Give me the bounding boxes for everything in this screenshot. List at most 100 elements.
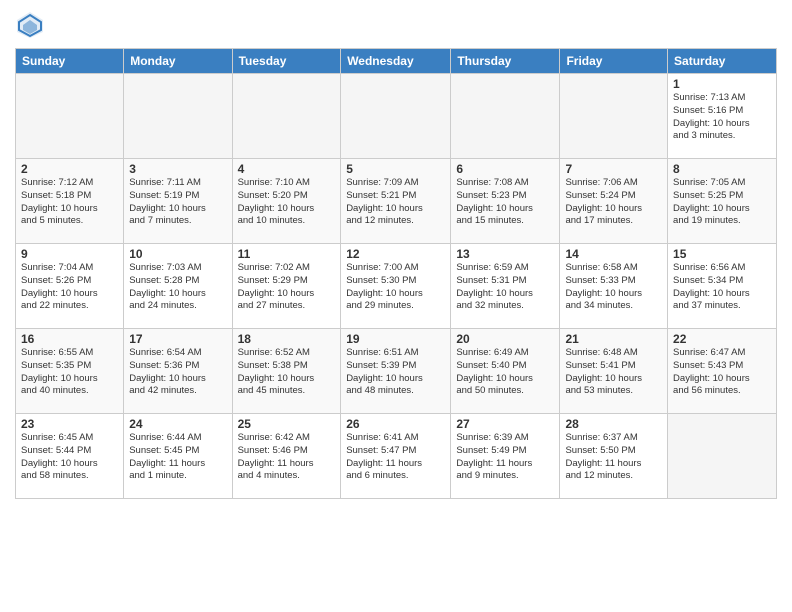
day-info: Sunrise: 7:11 AM Sunset: 5:19 PM Dayligh… — [129, 177, 226, 228]
day-info: Sunrise: 7:12 AM Sunset: 5:18 PM Dayligh… — [21, 177, 118, 228]
day-number: 28 — [565, 417, 662, 431]
day-cell: 17Sunrise: 6:54 AM Sunset: 5:36 PM Dayli… — [124, 329, 232, 414]
day-cell: 13Sunrise: 6:59 AM Sunset: 5:31 PM Dayli… — [451, 244, 560, 329]
day-cell — [232, 74, 341, 159]
day-info: Sunrise: 6:39 AM Sunset: 5:49 PM Dayligh… — [456, 432, 554, 483]
logo — [15, 10, 49, 40]
day-info: Sunrise: 6:55 AM Sunset: 5:35 PM Dayligh… — [21, 347, 118, 398]
day-number: 17 — [129, 332, 226, 346]
week-row-2: 9Sunrise: 7:04 AM Sunset: 5:26 PM Daylig… — [16, 244, 777, 329]
day-number: 14 — [565, 247, 662, 261]
day-info: Sunrise: 6:47 AM Sunset: 5:43 PM Dayligh… — [673, 347, 771, 398]
day-info: Sunrise: 7:03 AM Sunset: 5:28 PM Dayligh… — [129, 262, 226, 313]
day-cell: 10Sunrise: 7:03 AM Sunset: 5:28 PM Dayli… — [124, 244, 232, 329]
day-info: Sunrise: 7:02 AM Sunset: 5:29 PM Dayligh… — [238, 262, 336, 313]
day-number: 24 — [129, 417, 226, 431]
day-cell — [341, 74, 451, 159]
day-number: 21 — [565, 332, 662, 346]
day-cell: 8Sunrise: 7:05 AM Sunset: 5:25 PM Daylig… — [668, 159, 777, 244]
day-cell: 18Sunrise: 6:52 AM Sunset: 5:38 PM Dayli… — [232, 329, 341, 414]
header — [15, 10, 777, 40]
day-info: Sunrise: 6:37 AM Sunset: 5:50 PM Dayligh… — [565, 432, 662, 483]
day-cell: 6Sunrise: 7:08 AM Sunset: 5:23 PM Daylig… — [451, 159, 560, 244]
day-number: 26 — [346, 417, 445, 431]
day-cell: 21Sunrise: 6:48 AM Sunset: 5:41 PM Dayli… — [560, 329, 668, 414]
logo-icon — [15, 10, 45, 40]
day-number: 11 — [238, 247, 336, 261]
day-number: 9 — [21, 247, 118, 261]
day-info: Sunrise: 7:00 AM Sunset: 5:30 PM Dayligh… — [346, 262, 445, 313]
day-number: 20 — [456, 332, 554, 346]
day-number: 4 — [238, 162, 336, 176]
day-info: Sunrise: 7:06 AM Sunset: 5:24 PM Dayligh… — [565, 177, 662, 228]
day-number: 10 — [129, 247, 226, 261]
week-row-1: 2Sunrise: 7:12 AM Sunset: 5:18 PM Daylig… — [16, 159, 777, 244]
day-info: Sunrise: 7:04 AM Sunset: 5:26 PM Dayligh… — [21, 262, 118, 313]
day-cell: 7Sunrise: 7:06 AM Sunset: 5:24 PM Daylig… — [560, 159, 668, 244]
day-info: Sunrise: 7:08 AM Sunset: 5:23 PM Dayligh… — [456, 177, 554, 228]
day-header-monday: Monday — [124, 49, 232, 74]
day-info: Sunrise: 6:48 AM Sunset: 5:41 PM Dayligh… — [565, 347, 662, 398]
day-header-thursday: Thursday — [451, 49, 560, 74]
day-info: Sunrise: 7:05 AM Sunset: 5:25 PM Dayligh… — [673, 177, 771, 228]
day-number: 2 — [21, 162, 118, 176]
day-cell: 5Sunrise: 7:09 AM Sunset: 5:21 PM Daylig… — [341, 159, 451, 244]
day-cell — [451, 74, 560, 159]
day-cell: 25Sunrise: 6:42 AM Sunset: 5:46 PM Dayli… — [232, 414, 341, 499]
day-header-friday: Friday — [560, 49, 668, 74]
day-cell: 19Sunrise: 6:51 AM Sunset: 5:39 PM Dayli… — [341, 329, 451, 414]
day-cell: 2Sunrise: 7:12 AM Sunset: 5:18 PM Daylig… — [16, 159, 124, 244]
day-info: Sunrise: 6:52 AM Sunset: 5:38 PM Dayligh… — [238, 347, 336, 398]
day-cell — [16, 74, 124, 159]
day-cell — [668, 414, 777, 499]
day-cell: 27Sunrise: 6:39 AM Sunset: 5:49 PM Dayli… — [451, 414, 560, 499]
day-number: 1 — [673, 77, 771, 91]
day-header-saturday: Saturday — [668, 49, 777, 74]
day-cell — [124, 74, 232, 159]
day-number: 15 — [673, 247, 771, 261]
week-row-0: 1Sunrise: 7:13 AM Sunset: 5:16 PM Daylig… — [16, 74, 777, 159]
day-cell: 1Sunrise: 7:13 AM Sunset: 5:16 PM Daylig… — [668, 74, 777, 159]
day-cell: 28Sunrise: 6:37 AM Sunset: 5:50 PM Dayli… — [560, 414, 668, 499]
day-cell: 20Sunrise: 6:49 AM Sunset: 5:40 PM Dayli… — [451, 329, 560, 414]
day-number: 19 — [346, 332, 445, 346]
day-cell — [560, 74, 668, 159]
day-number: 22 — [673, 332, 771, 346]
day-number: 25 — [238, 417, 336, 431]
day-cell: 22Sunrise: 6:47 AM Sunset: 5:43 PM Dayli… — [668, 329, 777, 414]
day-number: 5 — [346, 162, 445, 176]
day-info: Sunrise: 6:45 AM Sunset: 5:44 PM Dayligh… — [21, 432, 118, 483]
day-info: Sunrise: 7:09 AM Sunset: 5:21 PM Dayligh… — [346, 177, 445, 228]
day-cell: 24Sunrise: 6:44 AM Sunset: 5:45 PM Dayli… — [124, 414, 232, 499]
day-info: Sunrise: 6:58 AM Sunset: 5:33 PM Dayligh… — [565, 262, 662, 313]
day-cell: 4Sunrise: 7:10 AM Sunset: 5:20 PM Daylig… — [232, 159, 341, 244]
day-cell: 23Sunrise: 6:45 AM Sunset: 5:44 PM Dayli… — [16, 414, 124, 499]
header-row: SundayMondayTuesdayWednesdayThursdayFrid… — [16, 49, 777, 74]
week-row-4: 23Sunrise: 6:45 AM Sunset: 5:44 PM Dayli… — [16, 414, 777, 499]
day-number: 8 — [673, 162, 771, 176]
calendar: SundayMondayTuesdayWednesdayThursdayFrid… — [15, 48, 777, 499]
day-info: Sunrise: 6:59 AM Sunset: 5:31 PM Dayligh… — [456, 262, 554, 313]
day-number: 3 — [129, 162, 226, 176]
day-number: 27 — [456, 417, 554, 431]
day-cell: 26Sunrise: 6:41 AM Sunset: 5:47 PM Dayli… — [341, 414, 451, 499]
day-header-wednesday: Wednesday — [341, 49, 451, 74]
day-cell: 14Sunrise: 6:58 AM Sunset: 5:33 PM Dayli… — [560, 244, 668, 329]
day-info: Sunrise: 7:13 AM Sunset: 5:16 PM Dayligh… — [673, 92, 771, 143]
day-number: 23 — [21, 417, 118, 431]
week-row-3: 16Sunrise: 6:55 AM Sunset: 5:35 PM Dayli… — [16, 329, 777, 414]
day-info: Sunrise: 6:44 AM Sunset: 5:45 PM Dayligh… — [129, 432, 226, 483]
day-number: 16 — [21, 332, 118, 346]
day-cell: 11Sunrise: 7:02 AM Sunset: 5:29 PM Dayli… — [232, 244, 341, 329]
day-cell: 15Sunrise: 6:56 AM Sunset: 5:34 PM Dayli… — [668, 244, 777, 329]
day-info: Sunrise: 6:42 AM Sunset: 5:46 PM Dayligh… — [238, 432, 336, 483]
day-info: Sunrise: 6:51 AM Sunset: 5:39 PM Dayligh… — [346, 347, 445, 398]
day-cell: 3Sunrise: 7:11 AM Sunset: 5:19 PM Daylig… — [124, 159, 232, 244]
day-header-sunday: Sunday — [16, 49, 124, 74]
day-number: 13 — [456, 247, 554, 261]
day-number: 6 — [456, 162, 554, 176]
day-info: Sunrise: 6:41 AM Sunset: 5:47 PM Dayligh… — [346, 432, 445, 483]
day-cell: 9Sunrise: 7:04 AM Sunset: 5:26 PM Daylig… — [16, 244, 124, 329]
day-info: Sunrise: 6:54 AM Sunset: 5:36 PM Dayligh… — [129, 347, 226, 398]
day-number: 7 — [565, 162, 662, 176]
